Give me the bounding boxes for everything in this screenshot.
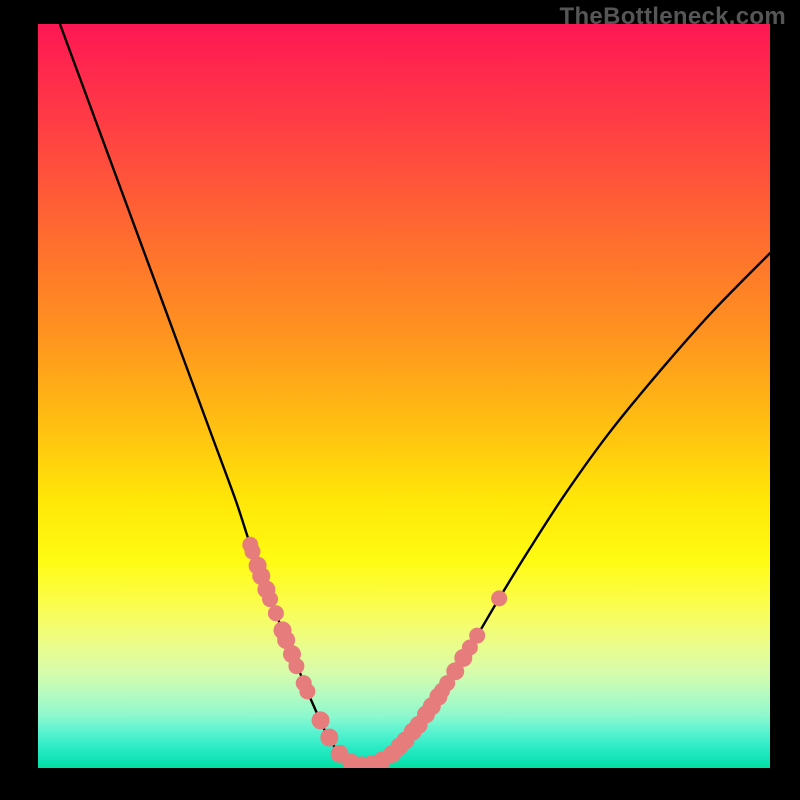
data-marker [469, 628, 485, 644]
plot-area [38, 24, 770, 768]
data-marker [262, 591, 278, 607]
watermark-text: TheBottleneck.com [560, 3, 786, 31]
marker-group [242, 537, 507, 768]
bottleneck-curve [38, 24, 770, 765]
chart-overlay [38, 24, 770, 768]
data-marker [312, 711, 330, 729]
data-marker [288, 658, 304, 674]
data-marker [320, 729, 338, 747]
data-marker [299, 683, 315, 699]
data-marker [268, 605, 284, 621]
chart-stage: { "watermark": "TheBottleneck.com", "col… [0, 0, 800, 800]
data-marker [491, 590, 507, 606]
